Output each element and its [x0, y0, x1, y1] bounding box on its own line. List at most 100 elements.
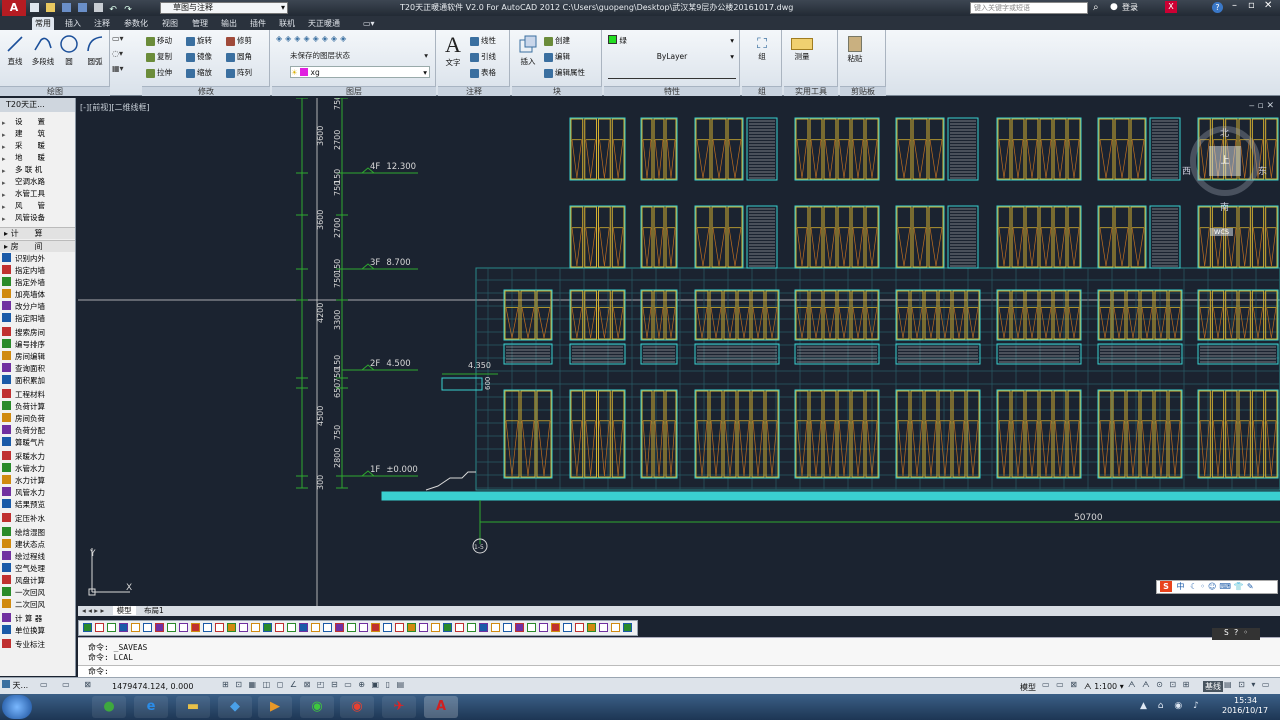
- taskbar-folder-icon[interactable]: ▬: [176, 696, 210, 718]
- toolbar-tool-icon[interactable]: [215, 623, 224, 632]
- polyline-tool[interactable]: 多段线: [30, 34, 56, 67]
- toolbar-tool-icon[interactable]: [119, 623, 128, 632]
- start-button[interactable]: [2, 695, 32, 719]
- stretch-button[interactable]: 拉伸: [146, 68, 172, 78]
- palette-item[interactable]: 负荷分配: [2, 425, 75, 437]
- tianzheng-toggle[interactable]: 基线: [1203, 681, 1223, 692]
- palette-item[interactable]: 负荷计算: [2, 401, 75, 413]
- workspace-select[interactable]: 草图与注释 ▾: [160, 2, 288, 14]
- exchange-icon[interactable]: X: [1165, 1, 1177, 13]
- group-properties-title[interactable]: 特性: [604, 86, 740, 96]
- palette-item[interactable]: 结果预览: [2, 499, 75, 511]
- palette-item[interactable]: 水管水力: [2, 463, 75, 475]
- move-button[interactable]: 移动: [146, 36, 172, 46]
- rectangle-icon[interactable]: ▭▾: [112, 34, 140, 43]
- taskbar-chrome-icon[interactable]: ◉: [340, 696, 374, 718]
- view-cube-face[interactable]: 上: [1209, 146, 1241, 176]
- toolbar-tool-icon[interactable]: [443, 623, 452, 632]
- color-select[interactable]: 绿 ▾: [608, 35, 736, 47]
- toolbar-tool-icon[interactable]: [515, 623, 524, 632]
- toolbar-tool-icon[interactable]: [623, 623, 632, 632]
- trim-button[interactable]: 修剪: [226, 36, 252, 46]
- palette-item[interactable]: ▸ 设 置: [2, 116, 75, 128]
- toolbar-tool-icon[interactable]: [143, 623, 152, 632]
- palette-item[interactable]: 识别内外: [2, 253, 75, 265]
- palette-item[interactable]: 二次回风: [2, 599, 75, 611]
- palette-item[interactable]: ▸ 多 联 机: [2, 164, 75, 176]
- palette-item[interactable]: ▸ 采 暖: [2, 140, 75, 152]
- palette-item[interactable]: ▸ 地 暖: [2, 152, 75, 164]
- palette-item[interactable]: 水力计算: [2, 475, 75, 487]
- view-cube-east[interactable]: 东: [1258, 164, 1267, 177]
- toolbar-tool-icon[interactable]: [299, 623, 308, 632]
- toolbar-tool-icon[interactable]: [191, 623, 200, 632]
- table-button[interactable]: 表格: [470, 68, 496, 78]
- palette-item[interactable]: 定压补水: [2, 513, 75, 525]
- toolbar-tool-icon[interactable]: [491, 623, 500, 632]
- toolbar-tool-icon[interactable]: [83, 623, 92, 632]
- lineweight-select[interactable]: [608, 67, 736, 79]
- tab-parametric[interactable]: 参数化: [121, 17, 151, 30]
- undo-icon[interactable]: ↶: [109, 5, 121, 15]
- maximize-button[interactable]: ▫: [1248, 0, 1255, 11]
- clock-time[interactable]: 15:34: [1234, 696, 1257, 705]
- view-cube[interactable]: 上 北 南 西 东 WCS: [1180, 118, 1270, 238]
- palette-item[interactable]: ▸ 建 筑: [2, 128, 75, 140]
- tray-icons[interactable]: ▲ ⌂ ◉ ♪: [1140, 701, 1203, 711]
- toolbar-tool-icon[interactable]: [203, 623, 212, 632]
- toolbar-tool-icon[interactable]: [287, 623, 296, 632]
- ime-toolbar[interactable]: S 中 ☾◦☺⌨👕✎: [1156, 580, 1278, 594]
- toolbar-tool-icon[interactable]: [263, 623, 272, 632]
- palette-item[interactable]: 风盘计算: [2, 575, 75, 587]
- layer-tool-icons[interactable]: ◈◈◈◈◈◈◈◈: [276, 34, 426, 46]
- fillet-button[interactable]: 圆角: [226, 52, 252, 62]
- group-tool[interactable]: ⛶ 组: [748, 36, 776, 62]
- group-layers-title[interactable]: 图层: [272, 86, 436, 96]
- toolbar-tool-icon[interactable]: [347, 623, 356, 632]
- toolbar-tool-icon[interactable]: [527, 623, 536, 632]
- paste-tool[interactable]: 粘贴: [844, 34, 866, 64]
- palette-item[interactable]: 算暖气片: [2, 437, 75, 449]
- palette-item[interactable]: 搜索房间: [2, 327, 75, 339]
- toolbar-tool-icon[interactable]: [95, 623, 104, 632]
- palette-item[interactable]: 绘焓湿图: [2, 527, 75, 539]
- view-cube-south[interactable]: 南: [1220, 200, 1229, 213]
- hatch-icon[interactable]: ◌▾: [112, 49, 140, 58]
- login-link[interactable]: 登录: [1122, 2, 1138, 13]
- app-logo[interactable]: A: [2, 0, 26, 16]
- layout-icons[interactable]: ▭ ▭ ⊠: [1042, 680, 1079, 689]
- tab-insert[interactable]: 插入: [62, 17, 84, 30]
- minimize-button[interactable]: –: [1232, 0, 1237, 11]
- tab-home[interactable]: 常用: [32, 17, 54, 30]
- tab-output[interactable]: 输出: [218, 17, 240, 30]
- group-block-title[interactable]: 块: [512, 86, 602, 96]
- text-tool[interactable]: A 文字: [442, 32, 464, 68]
- palette-item[interactable]: 编号排序: [2, 339, 75, 351]
- palette-section-calc[interactable]: ▸ 计 算: [0, 227, 75, 239]
- toolbar-tool-icon[interactable]: [479, 623, 488, 632]
- ribbon-toggle-button[interactable]: ▭▾: [360, 17, 378, 30]
- print-icon[interactable]: [93, 3, 103, 12]
- tab-tianzheng[interactable]: 天正暖通: [305, 17, 343, 30]
- workspace-icons[interactable]: ᗅ ᗅ ⊙ ⊡ ⊞: [1128, 680, 1191, 690]
- user-icon[interactable]: ●: [1110, 2, 1118, 12]
- palette-item[interactable]: 一次回风: [2, 587, 75, 599]
- taskbar-app-icon[interactable]: ◆: [218, 696, 252, 718]
- region-icon[interactable]: ▦▾: [112, 64, 140, 73]
- toolbar-tool-icon[interactable]: [371, 623, 380, 632]
- rotate-button[interactable]: 旋转: [186, 36, 212, 46]
- toolbar-tool-icon[interactable]: [611, 623, 620, 632]
- current-layer-select[interactable]: ☀ xg ▾: [290, 66, 430, 78]
- toolbar-tool-icon[interactable]: [539, 623, 548, 632]
- command-input[interactable]: 命令:: [78, 665, 1280, 677]
- toolbar-tool-icon[interactable]: [575, 623, 584, 632]
- new-icon[interactable]: [30, 3, 39, 12]
- edit-attr-button[interactable]: 编辑属性: [544, 68, 585, 78]
- tab-view[interactable]: 视图: [159, 17, 181, 30]
- toolbar-tool-icon[interactable]: [503, 623, 512, 632]
- saveas-icon[interactable]: [77, 3, 87, 12]
- cmd-side-icons[interactable]: S ? ◦: [1212, 628, 1260, 640]
- measure-tool[interactable]: 测量: [788, 36, 816, 62]
- palette-item[interactable]: ▸ 空调水路: [2, 176, 75, 188]
- toolbar-tool-icon[interactable]: [563, 623, 572, 632]
